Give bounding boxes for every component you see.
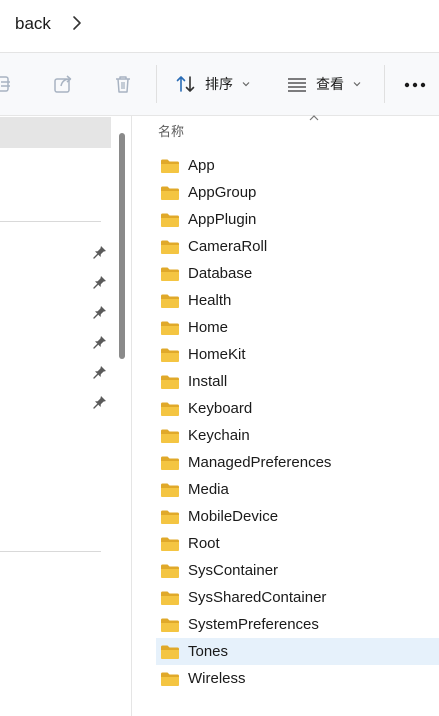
folder-name: Keychain <box>188 427 250 444</box>
sort-ascending-icon <box>309 115 319 121</box>
folder-row[interactable]: MobileDevice <box>156 503 439 530</box>
nav-divider <box>0 221 101 222</box>
folder-row[interactable]: App <box>156 152 439 179</box>
folder-row[interactable]: Install <box>156 368 439 395</box>
pin-icon[interactable] <box>92 334 108 350</box>
folder-row[interactable]: HomeKit <box>156 341 439 368</box>
sort-button-label: 排序 <box>205 76 233 92</box>
delete-icon[interactable] <box>112 73 134 95</box>
folder-row[interactable]: Media <box>156 476 439 503</box>
folder-icon <box>161 294 179 308</box>
folder-icon <box>161 267 179 281</box>
folder-rows: App AppGroup AppPlugin CameraRoll Database He… <box>156 152 439 692</box>
folder-row[interactable]: ManagedPreferences <box>156 449 439 476</box>
folder-row[interactable]: Home <box>156 314 439 341</box>
folder-name: Tones <box>188 643 229 660</box>
pin-icon[interactable] <box>92 394 108 410</box>
folder-icon <box>161 321 179 335</box>
pin-icon[interactable] <box>92 364 108 380</box>
folder-row[interactable]: AppPlugin <box>156 206 439 233</box>
folder-icon <box>161 348 179 362</box>
folder-name: SysContainer <box>188 562 279 579</box>
file-list: 名称 App AppGroup AppPlugin CameraRoll Databas… <box>132 115 439 716</box>
nav-scrollbar-thumb[interactable] <box>119 133 125 359</box>
view-icon <box>288 78 306 92</box>
folder-icon <box>161 618 179 632</box>
chevron-right-icon[interactable] <box>70 14 84 32</box>
folder-row[interactable]: Wireless <box>156 665 439 692</box>
toolbar-divider <box>156 65 157 103</box>
folder-name: Home <box>188 319 229 336</box>
view-button[interactable]: 查看 <box>286 67 362 101</box>
folder-row[interactable]: Keychain <box>156 422 439 449</box>
chevron-down-icon <box>242 82 250 87</box>
folder-name: AppPlugin <box>188 211 257 228</box>
folder-icon <box>161 483 179 497</box>
folder-name: Health <box>188 292 232 309</box>
sort-icon <box>176 76 195 92</box>
toolbar-divider <box>384 65 385 103</box>
folder-name: Database <box>188 265 253 282</box>
folder-icon <box>161 429 179 443</box>
folder-icon <box>161 159 179 173</box>
folder-name: MobileDevice <box>188 508 279 525</box>
command-toolbar: 排序 查看 <box>0 53 439 116</box>
folder-icon <box>161 510 179 524</box>
pin-icon[interactable] <box>92 244 108 260</box>
folder-name: Wireless <box>188 670 246 687</box>
folder-name: SystemPreferences <box>188 616 319 633</box>
folder-row[interactable]: Keyboard <box>156 395 439 422</box>
pin-icon[interactable] <box>92 304 108 320</box>
navigation-pane <box>0 116 131 716</box>
folder-row[interactable]: SystemPreferences <box>156 611 439 638</box>
folder-row[interactable]: Health <box>156 287 439 314</box>
folder-name: Media <box>188 481 229 498</box>
folder-icon <box>161 564 179 578</box>
folder-icon <box>161 186 179 200</box>
folder-name: SysSharedContainer <box>188 589 327 606</box>
folder-row[interactable]: AppGroup <box>156 179 439 206</box>
folder-icon <box>161 645 179 659</box>
share-icon[interactable] <box>52 73 74 95</box>
folder-name: App <box>188 157 215 174</box>
address-bar[interactable]: back <box>0 0 439 53</box>
column-header-name[interactable]: 名称 <box>158 121 184 140</box>
folder-row[interactable]: SysSharedContainer <box>156 584 439 611</box>
nav-divider <box>0 551 101 552</box>
folder-row[interactable]: Tones <box>156 638 439 665</box>
pin-icon[interactable] <box>92 274 108 290</box>
more-icon[interactable] <box>402 75 428 95</box>
folder-icon <box>161 240 179 254</box>
view-button-label: 查看 <box>316 76 344 92</box>
folder-name: ManagedPreferences <box>188 454 332 471</box>
folder-row[interactable]: CameraRoll <box>156 233 439 260</box>
folder-row[interactable]: SysContainer <box>156 557 439 584</box>
folder-row[interactable]: Database <box>156 260 439 287</box>
sort-button[interactable]: 排序 <box>175 67 251 101</box>
folder-name: AppGroup <box>188 184 257 201</box>
folder-icon <box>161 213 179 227</box>
folder-name: HomeKit <box>188 346 246 363</box>
folder-icon <box>161 591 179 605</box>
folder-name: Keyboard <box>188 400 253 417</box>
folder-icon <box>161 672 179 686</box>
chevron-down-icon <box>353 82 361 87</box>
folder-name: Install <box>188 373 228 390</box>
folder-icon <box>161 456 179 470</box>
breadcrumb-item-back[interactable]: back <box>15 12 51 36</box>
folder-icon <box>161 537 179 551</box>
nav-item-selected[interactable] <box>0 117 111 148</box>
copy-path-icon[interactable] <box>0 73 16 95</box>
folder-name: Root <box>188 535 220 552</box>
folder-row[interactable]: Root <box>156 530 439 557</box>
folder-icon <box>161 402 179 416</box>
folder-name: CameraRoll <box>188 238 268 255</box>
folder-icon <box>161 375 179 389</box>
file-explorer-window: back 排序 查看 名称 App AppGroup AppPlugin Cam… <box>0 0 439 716</box>
